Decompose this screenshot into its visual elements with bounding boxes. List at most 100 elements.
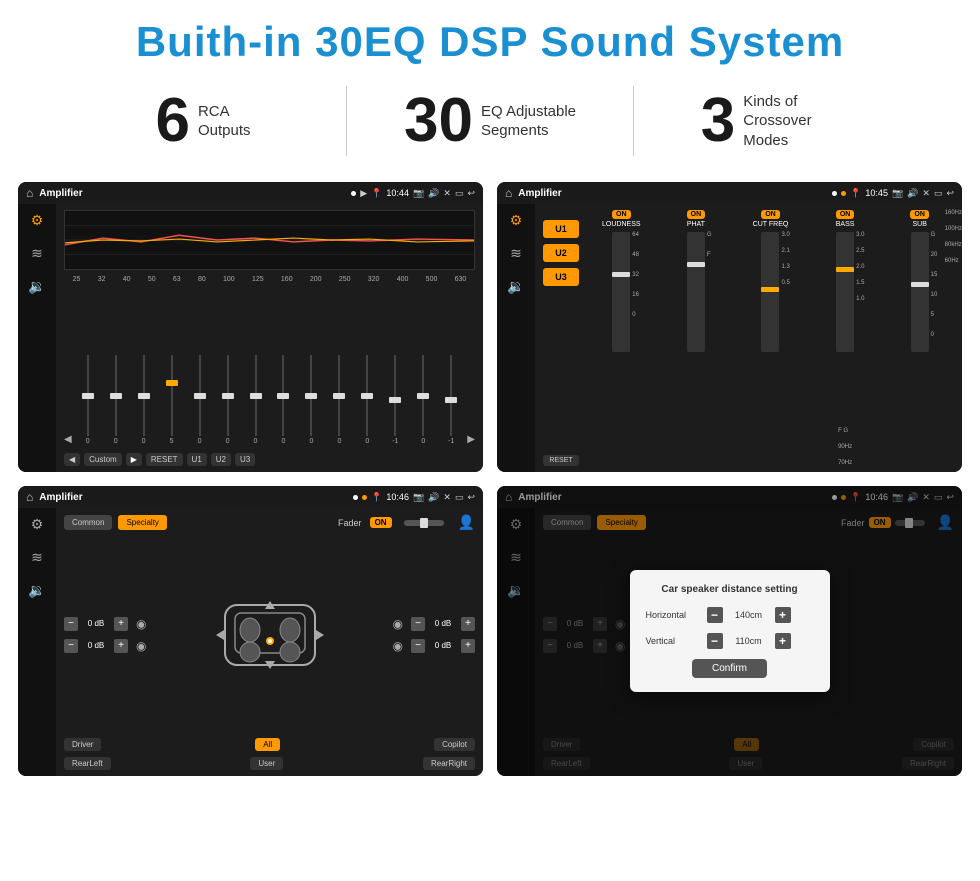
speaker4-minus[interactable]: − xyxy=(411,639,425,653)
eq-scroll-left-icon[interactable]: ◀ xyxy=(64,434,72,445)
fader-screen-content: ⚙ ≋ 🔉 Common Specialty Fader ON xyxy=(18,508,483,776)
phat-name: PHAT xyxy=(687,221,705,228)
eq-slider-12[interactable]: -1 xyxy=(383,355,407,445)
eq-slider-2[interactable]: 0 xyxy=(104,355,128,445)
crossover-u3-btn[interactable]: U3 xyxy=(543,268,579,286)
eq-u2-btn[interactable]: U2 xyxy=(211,453,231,466)
eq-preset-custom[interactable]: Custom xyxy=(84,453,122,466)
loudness-slider[interactable] xyxy=(612,232,630,352)
eq-slider-5[interactable]: 0 xyxy=(188,355,212,445)
eq-u3-btn[interactable]: U3 xyxy=(235,453,255,466)
fader-sidebar-equalizer-icon[interactable]: ⚙ xyxy=(31,516,44,533)
fader-rearleft-btn[interactable]: RearLeft xyxy=(64,757,111,770)
eq-slider-13[interactable]: 0 xyxy=(411,355,435,445)
crossover-u2-btn[interactable]: U2 xyxy=(543,244,579,262)
fader-dot-1 xyxy=(353,495,358,500)
eq-sidebar-equalizer-icon[interactable]: ⚙ xyxy=(31,212,44,229)
left-speaker-controls: − 0 dB + ◉ − 0 dB + ◉ xyxy=(64,617,146,653)
crossover-reset-btn[interactable]: RESET xyxy=(543,455,579,466)
car-diagram xyxy=(154,595,384,675)
eq-u1-btn[interactable]: U1 xyxy=(187,453,207,466)
screenshots-grid: ⌂ Amplifier ▶ 📍 10:44 📷 🔊 ✕ ▭ ↩ ⚙ ≋ 🔉 xyxy=(0,174,980,794)
fader-driver-btn[interactable]: Driver xyxy=(64,738,101,751)
eq-status-bar: ⌂ Amplifier ▶ 📍 10:44 📷 🔊 ✕ ▭ ↩ xyxy=(18,182,483,204)
crossover-sidebar-wave-icon[interactable]: ≋ xyxy=(510,245,522,262)
speaker1-minus[interactable]: − xyxy=(64,617,78,631)
eq-time: 10:44 xyxy=(386,188,409,198)
dialog-horizontal-plus[interactable]: + xyxy=(775,607,791,623)
fader-sidebar-speaker-icon[interactable]: 🔉 xyxy=(28,582,45,599)
crossover-status-icons: 📍 10:45 📷 🔊 ✕ ▭ ↩ xyxy=(832,188,954,199)
eq-vol-icon: 🔊 xyxy=(428,188,439,199)
eq-sidebar-wave-icon[interactable]: ≋ xyxy=(31,245,43,262)
sub-slider[interactable] xyxy=(911,232,929,352)
speaker2-plus[interactable]: + xyxy=(114,639,128,653)
sub-toggle[interactable]: ON xyxy=(910,210,929,219)
eq-play-icon: ▶ xyxy=(360,188,367,199)
fader-back-icon[interactable]: ↩ xyxy=(467,492,475,503)
dialog-horizontal-row: Horizontal − 140cm + xyxy=(646,607,814,623)
eq-slider-4[interactable]: 5 xyxy=(160,355,184,445)
eq-play-btn[interactable]: ▶ xyxy=(126,453,142,466)
dialog-confirm-button[interactable]: Confirm xyxy=(692,659,767,678)
eq-slider-7[interactable]: 0 xyxy=(244,355,268,445)
eq-slider-10[interactable]: 0 xyxy=(327,355,351,445)
fader-home-icon[interactable]: ⌂ xyxy=(26,490,33,504)
phat-toggle[interactable]: ON xyxy=(687,210,706,219)
fader-copilot-btn[interactable]: Copilot xyxy=(434,738,475,751)
crossover-home-icon[interactable]: ⌂ xyxy=(505,186,512,200)
cutfreq-slider[interactable] xyxy=(761,232,779,352)
fader-rearright-btn[interactable]: RearRight xyxy=(423,757,475,770)
fader-tabs: Common Specialty Fader ON 👤 xyxy=(64,514,475,531)
fader-user-btn[interactable]: User xyxy=(250,757,283,770)
eq-bottom-bar: ◀ Custom ▶ RESET U1 U2 U3 xyxy=(64,453,475,466)
eq-scroll-right-icon[interactable]: ▶ xyxy=(467,434,475,445)
eq-slider-8[interactable]: 0 xyxy=(271,355,295,445)
fader-toggle[interactable]: ON xyxy=(370,517,392,528)
eq-home-icon[interactable]: ⌂ xyxy=(26,186,33,200)
eq-slider-3[interactable]: 0 xyxy=(132,355,156,445)
fader-tab-specialty[interactable]: Specialty xyxy=(118,515,166,530)
bass-slider[interactable] xyxy=(836,232,854,352)
crossover-sidebar-equalizer-icon[interactable]: ⚙ xyxy=(510,212,523,229)
page-header: Buith-in 30EQ DSP Sound System xyxy=(0,0,980,76)
speaker2-icon: ◉ xyxy=(136,639,146,653)
eq-reset-btn[interactable]: RESET xyxy=(146,453,183,466)
fader-dot-2 xyxy=(362,495,367,500)
page-title: Buith-in 30EQ DSP Sound System xyxy=(20,18,960,66)
loudness-toggle[interactable]: ON xyxy=(612,210,631,219)
speaker2-minus[interactable]: − xyxy=(64,639,78,653)
bass-toggle[interactable]: ON xyxy=(836,210,855,219)
fader-bottom-btns: Driver All Copilot xyxy=(64,738,475,751)
eq-slider-6[interactable]: 0 xyxy=(216,355,240,445)
eq-slider-11[interactable]: 0 xyxy=(355,355,379,445)
crossover-u1-btn[interactable]: U1 xyxy=(543,220,579,238)
speaker3-plus[interactable]: + xyxy=(461,617,475,631)
crossover-pin-icon: 📍 xyxy=(850,188,861,199)
crossover-screen: ⌂ Amplifier 📍 10:45 📷 🔊 ✕ ▭ ↩ ⚙ ≋ 🔉 xyxy=(497,182,962,472)
dialog-horizontal-minus[interactable]: − xyxy=(707,607,723,623)
speaker1-icon: ◉ xyxy=(136,617,146,631)
fader-sidebar-wave-icon[interactable]: ≋ xyxy=(31,549,43,566)
crossover-back-icon[interactable]: ↩ xyxy=(946,188,954,199)
phat-slider[interactable] xyxy=(687,232,705,352)
eq-slider-14[interactable]: -1 xyxy=(439,355,463,445)
eq-slider-1[interactable]: 0 xyxy=(76,355,100,445)
eq-back-icon[interactable]: ↩ xyxy=(467,188,475,199)
eq-sidebar-speaker-icon[interactable]: 🔉 xyxy=(28,278,45,295)
speaker3-minus[interactable]: − xyxy=(411,617,425,631)
speaker1-plus[interactable]: + xyxy=(114,617,128,631)
fader-all-btn[interactable]: All xyxy=(255,738,280,751)
speaker4-plus[interactable]: + xyxy=(461,639,475,653)
dialog-vertical-row: Vertical − 110cm + xyxy=(646,633,814,649)
dialog-vertical-minus[interactable]: − xyxy=(707,633,723,649)
cutfreq-toggle[interactable]: ON xyxy=(761,210,780,219)
dialog-vertical-plus[interactable]: + xyxy=(775,633,791,649)
eq-slider-9[interactable]: 0 xyxy=(299,355,323,445)
eq-back-btn[interactable]: ◀ xyxy=(64,453,80,466)
fader-tab-common[interactable]: Common xyxy=(64,515,112,530)
channel-bass: ON BASS 3.0 2.5 2.0 1.5 1.0 xyxy=(811,210,880,466)
crossover-sidebar-speaker-icon[interactable]: 🔉 xyxy=(507,278,524,295)
stat-crossover-label: Kinds of Crossover Modes xyxy=(743,92,853,151)
fader-sidebar: ⚙ ≋ 🔉 xyxy=(18,508,56,776)
